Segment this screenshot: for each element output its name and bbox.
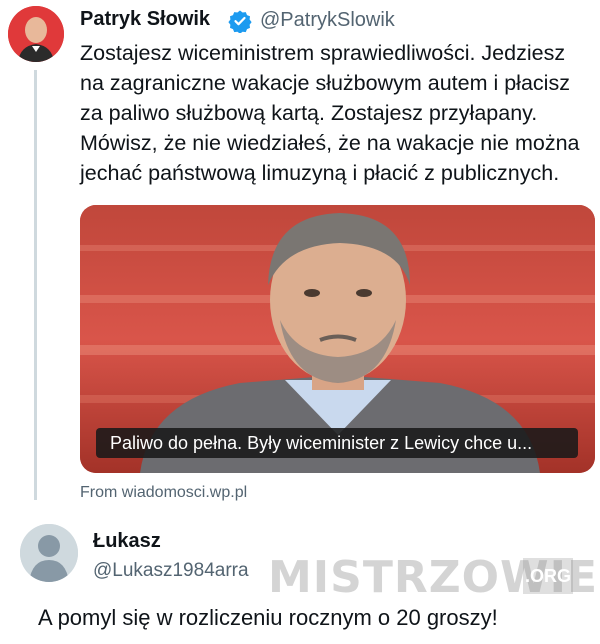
link-card-source[interactable]: From wiadomosci.wp.pl: [80, 484, 247, 502]
reply-author-name[interactable]: Łukasz: [93, 530, 161, 553]
tweet-text: Zostajesz wiceministrem sprawiedliwości.…: [80, 41, 580, 185]
link-card-caption[interactable]: Paliwo do pełna. Były wiceminister z Lew…: [110, 433, 532, 454]
watermark-tld: .ORG: [523, 558, 573, 594]
author-handle[interactable]: @PatrykSlowik: [260, 9, 395, 32]
author-name[interactable]: Patryk Słowik: [80, 8, 210, 31]
reply-author-handle[interactable]: @Lukasz1984arra: [93, 560, 249, 582]
reply-avatar[interactable]: [20, 524, 78, 582]
reply-text: A pomyl się w rozliczeniu rocznym o 20 g…: [38, 605, 498, 630]
thread-line: [34, 70, 37, 500]
verified-badge-icon: [228, 9, 252, 34]
author-avatar[interactable]: [8, 6, 64, 62]
